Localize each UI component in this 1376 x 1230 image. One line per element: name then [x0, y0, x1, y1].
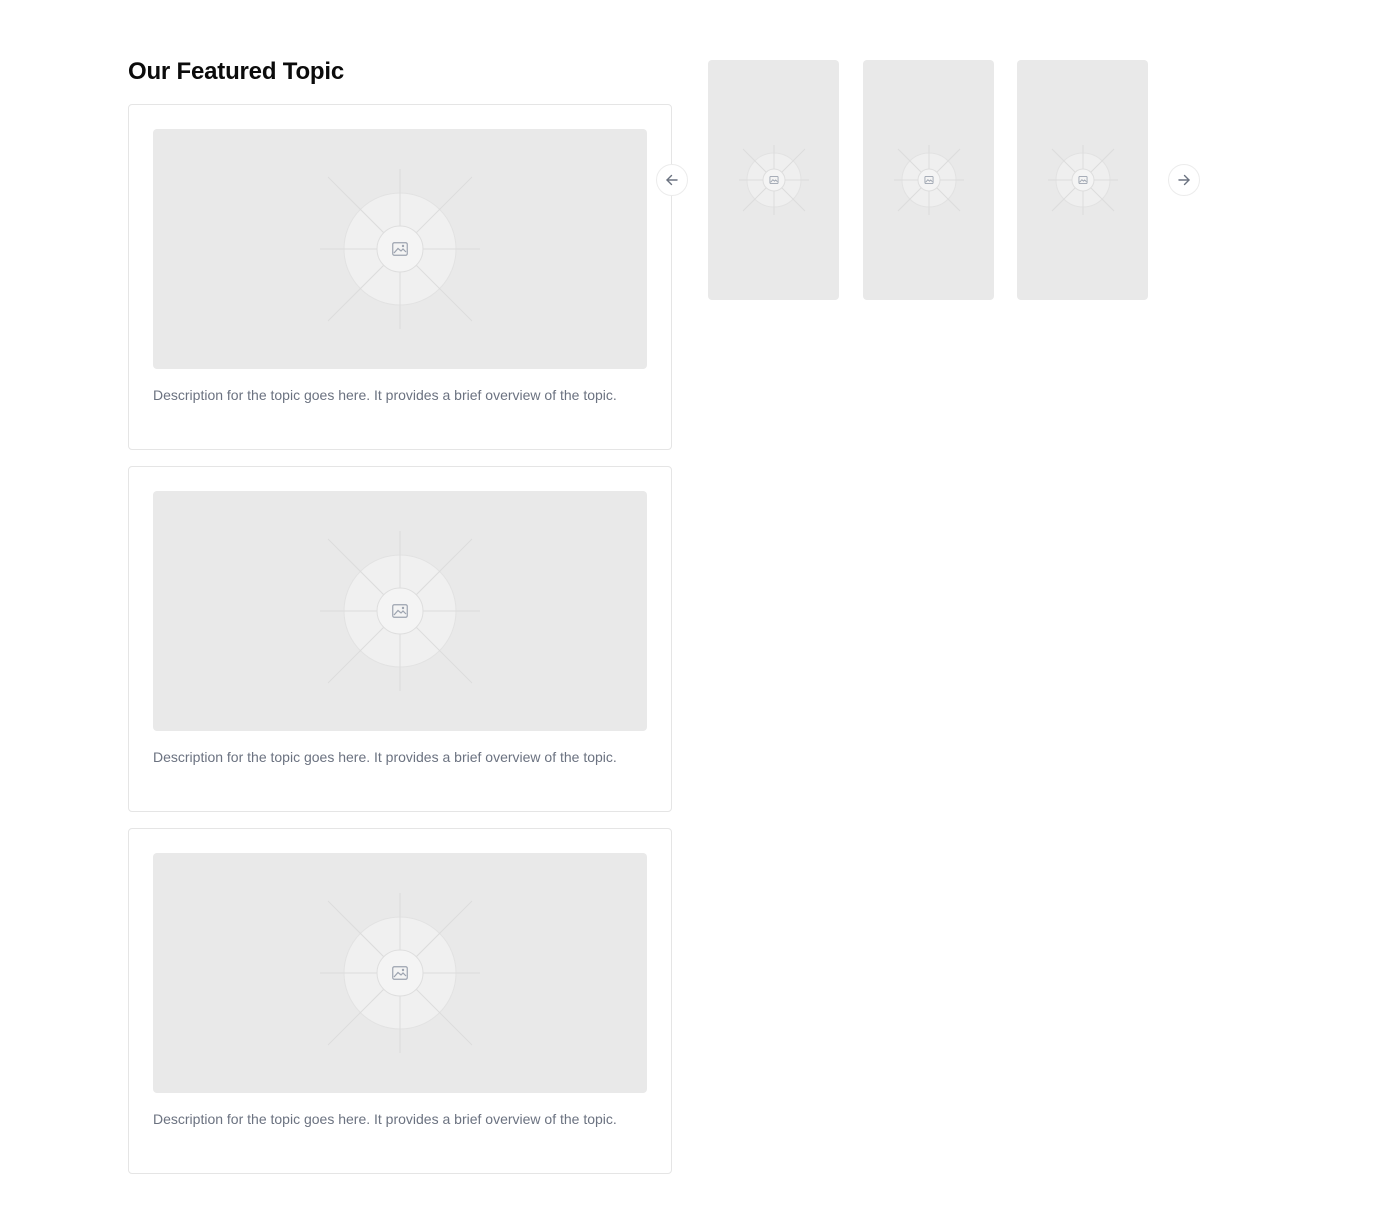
arrow-right-icon [1178, 174, 1190, 186]
image-icon [392, 966, 408, 980]
carousel-next-button[interactable] [1168, 164, 1200, 196]
carousel-prev-button[interactable] [656, 164, 688, 196]
arrow-left-icon [666, 174, 678, 186]
image-icon [392, 242, 408, 256]
image-icon [392, 604, 408, 618]
carousel-slide[interactable] [708, 60, 839, 300]
image-icon [769, 176, 778, 184]
topic-list: Description for the topic goes here. It … [128, 104, 672, 1190]
topic-image-placeholder [153, 491, 647, 731]
topic-description: Description for the topic goes here. It … [153, 387, 617, 403]
topic-description: Description for the topic goes here. It … [153, 749, 617, 765]
section-title: Our Featured Topic [128, 58, 344, 85]
image-icon [924, 176, 933, 184]
topic-image-placeholder [153, 129, 647, 369]
topic-carousel [656, 60, 1216, 300]
image-icon [1078, 176, 1087, 184]
topic-card[interactable]: Description for the topic goes here. It … [128, 466, 672, 812]
topic-image-placeholder [153, 853, 647, 1093]
topic-card[interactable]: Description for the topic goes here. It … [128, 828, 672, 1174]
topic-card[interactable]: Description for the topic goes here. It … [128, 104, 672, 450]
carousel-slide[interactable] [1017, 60, 1148, 300]
topic-description: Description for the topic goes here. It … [153, 1111, 617, 1127]
carousel-slide[interactable] [863, 60, 994, 300]
